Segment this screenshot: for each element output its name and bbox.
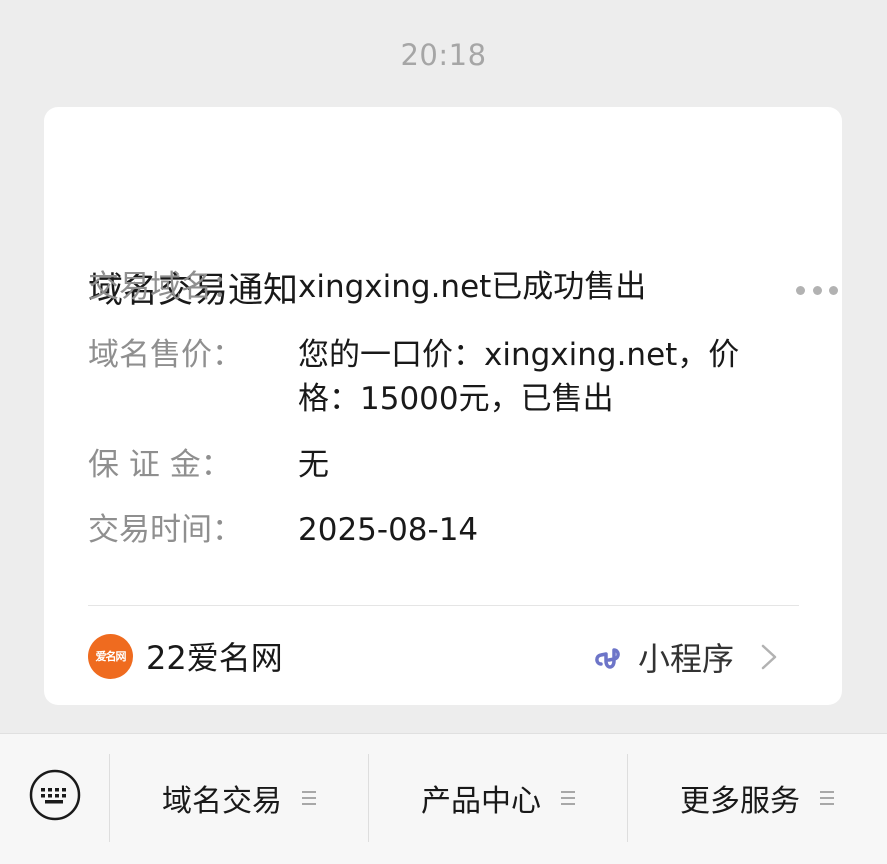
keyboard-icon[interactable]	[28, 768, 82, 822]
menu-lines-icon	[561, 791, 575, 805]
bottom-menu-bar: 域名交易 产品中心 更多服务	[0, 733, 887, 864]
menu-lines-icon	[820, 791, 834, 805]
menu-lines-icon	[302, 791, 316, 805]
row-value: xingxing.net已成功售出	[298, 269, 647, 305]
card-divider	[88, 605, 799, 606]
menu-label: 产品中心	[421, 784, 541, 819]
chevron-right-icon	[761, 644, 777, 670]
dot	[829, 285, 838, 295]
row-value: 无	[298, 447, 329, 483]
menu-label: 更多服务	[680, 784, 800, 819]
menu-item-more-services[interactable]: 更多服务	[628, 774, 886, 822]
row-label: 交易域名：	[88, 269, 243, 305]
row-label: 交易时间：	[88, 512, 243, 548]
message-timestamp: 20:18	[400, 38, 487, 72]
menu-item-domain-trade[interactable]: 域名交易	[110, 774, 368, 822]
dot	[812, 285, 822, 295]
mini-program-label: 小程序	[638, 640, 735, 678]
row-value: 2025-08-14	[298, 512, 479, 548]
mini-program-link[interactable]: 小程序	[592, 633, 778, 681]
more-options-icon[interactable]	[796, 283, 838, 297]
menu-label: 域名交易	[162, 784, 282, 819]
row-label: 保 证 金：	[88, 447, 232, 483]
source-account[interactable]: 爱名网 22爱名网	[88, 632, 283, 680]
mini-program-icon	[595, 648, 620, 669]
row-label: 域名售价：	[88, 337, 243, 373]
dot	[796, 285, 805, 295]
row-value: 您的一口价：xingxing.net，价格：15000元，已售出	[298, 337, 740, 417]
source-name: 22爱名网	[146, 639, 283, 677]
menu-item-product-center[interactable]: 产品中心	[369, 774, 627, 822]
brand-logo: 爱名网	[88, 633, 133, 679]
